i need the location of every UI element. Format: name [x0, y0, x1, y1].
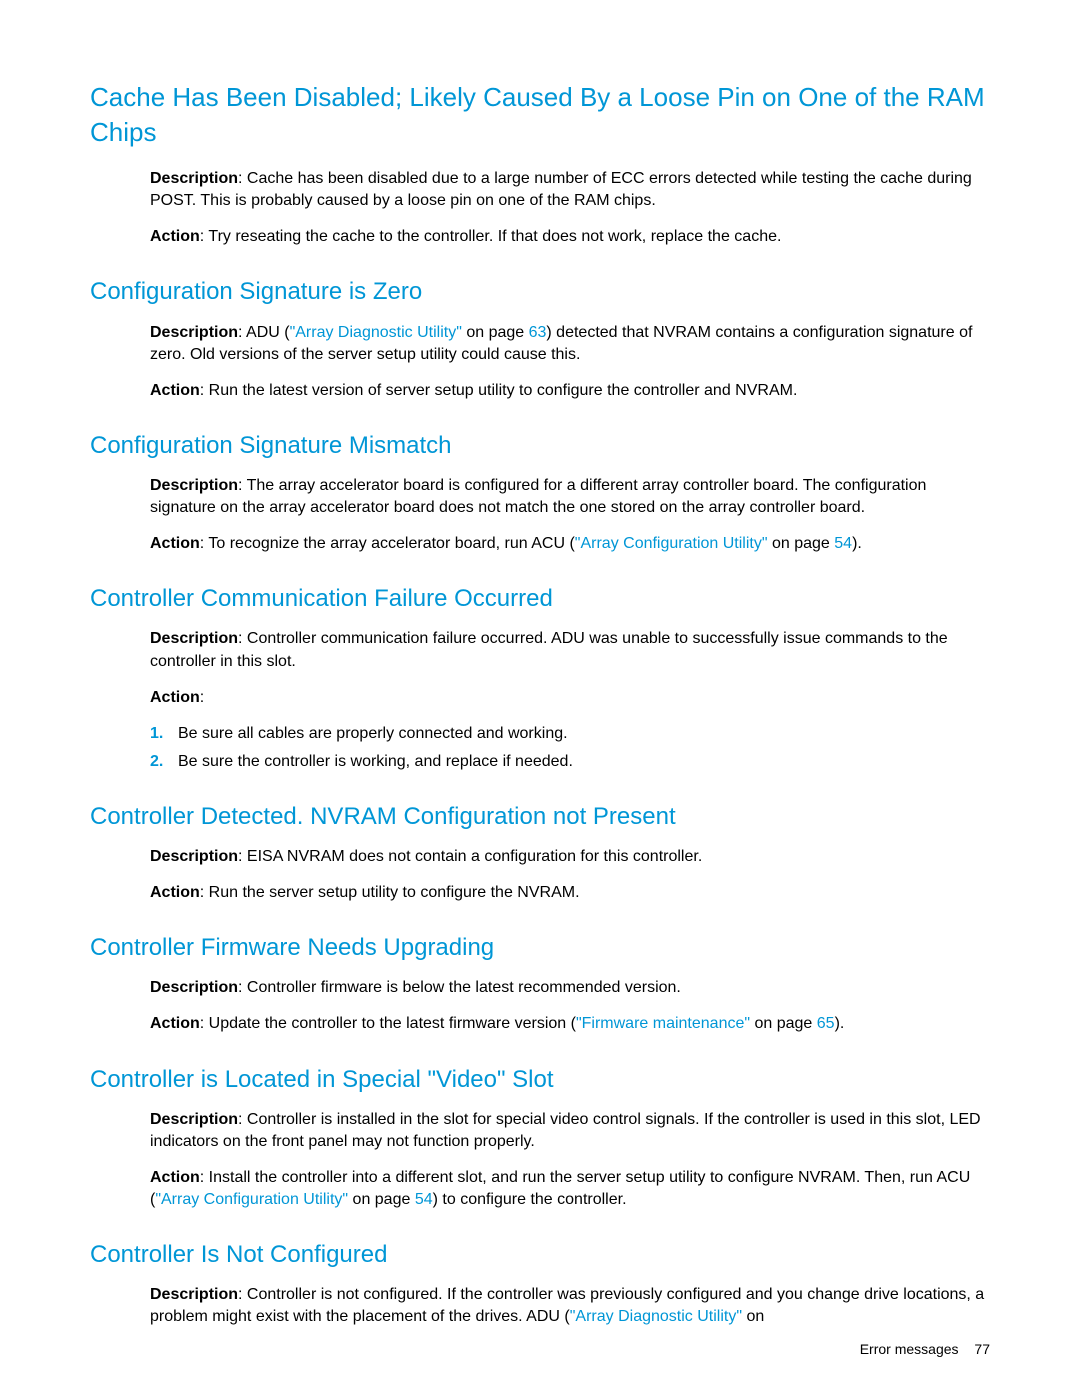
text-fragment: on: [742, 1308, 764, 1325]
description-text: : Controller is installed in the slot fo…: [150, 1111, 981, 1150]
description-para: Description: ADU ("Array Diagnostic Util…: [150, 322, 990, 366]
action-para: Action: Try reseating the cache to the c…: [150, 226, 990, 248]
description-text: : Controller communication failure occur…: [150, 630, 948, 669]
action-text: : Run the server setup utility to config…: [200, 884, 580, 901]
page-reference[interactable]: 54: [834, 535, 852, 552]
body-block: Description: The array accelerator board…: [90, 475, 990, 555]
heading-controller-detected-nvram: Controller Detected. NVRAM Configuration…: [90, 801, 990, 832]
action-steps-list: 1.Be sure all cables are properly connec…: [150, 723, 990, 773]
page-reference[interactable]: 63: [529, 324, 547, 341]
body-block: Description: Controller is not configure…: [90, 1284, 990, 1328]
description-label: Description: [150, 477, 238, 494]
heading-controller-firmware-upgrade: Controller Firmware Needs Upgrading: [90, 932, 990, 963]
action-label: Action: [150, 1169, 200, 1186]
action-para: Action:: [150, 687, 990, 709]
action-para: Action: Install the controller into a di…: [150, 1167, 990, 1211]
text-fragment: on page: [462, 324, 529, 341]
page-reference[interactable]: 65: [817, 1015, 835, 1032]
text-fragment: : Update the controller to the latest fi…: [200, 1015, 576, 1032]
body-block: Description: EISA NVRAM does not contain…: [90, 846, 990, 904]
description-text: : Controller firmware is below the lates…: [238, 979, 681, 996]
page-number: 77: [974, 1341, 990, 1357]
step-number: 1.: [150, 723, 178, 745]
action-label: Action: [150, 535, 200, 552]
step-number: 2.: [150, 751, 178, 773]
footer-label: Error messages: [860, 1341, 959, 1357]
description-text: : The array accelerator board is configu…: [150, 477, 926, 516]
heading-controller-video-slot: Controller is Located in Special "Video"…: [90, 1064, 990, 1095]
description-para: Description: Controller communication fa…: [150, 628, 990, 672]
description-para: Description: Cache has been disabled due…: [150, 168, 990, 212]
description-label: Description: [150, 1286, 238, 1303]
description-para: Description: EISA NVRAM does not contain…: [150, 846, 990, 868]
link-array-diagnostic-utility[interactable]: "Array Diagnostic Utility": [290, 324, 462, 341]
text-fragment: on page: [348, 1191, 415, 1208]
description-label: Description: [150, 324, 238, 341]
description-text: : Cache has been disabled due to a large…: [150, 170, 972, 209]
body-block: Description: ADU ("Array Diagnostic Util…: [90, 322, 990, 402]
description-label: Description: [150, 1111, 238, 1128]
action-para: Action: Run the latest version of server…: [150, 380, 990, 402]
text-fragment: ).: [835, 1015, 845, 1032]
text-fragment: on page: [768, 535, 835, 552]
action-para: Action: To recognize the array accelerat…: [150, 533, 990, 555]
action-label: Action: [150, 689, 200, 706]
text-fragment: on page: [750, 1015, 817, 1032]
body-block: Description: Controller is installed in …: [90, 1109, 990, 1211]
heading-config-sig-mismatch: Configuration Signature Mismatch: [90, 430, 990, 461]
heading-controller-comm-failure: Controller Communication Failure Occurre…: [90, 583, 990, 614]
page-reference[interactable]: 54: [415, 1191, 433, 1208]
action-label: Action: [150, 1015, 200, 1032]
description-para: Description: Controller firmware is belo…: [150, 977, 990, 999]
action-label: Action: [150, 884, 200, 901]
description-para: Description: Controller is not configure…: [150, 1284, 990, 1328]
action-text: : Run the latest version of server setup…: [200, 382, 798, 399]
text-fragment: : To recognize the array accelerator boa…: [200, 535, 575, 552]
description-para: Description: Controller is installed in …: [150, 1109, 990, 1153]
heading-controller-not-configured: Controller Is Not Configured: [90, 1239, 990, 1270]
link-array-configuration-utility[interactable]: "Array Configuration Utility": [155, 1191, 348, 1208]
action-text: : Try reseating the cache to the control…: [200, 228, 782, 245]
step-text: Be sure all cables are properly connecte…: [178, 723, 568, 745]
list-item: 2.Be sure the controller is working, and…: [150, 751, 990, 773]
action-para: Action: Run the server setup utility to …: [150, 882, 990, 904]
list-item: 1.Be sure all cables are properly connec…: [150, 723, 990, 745]
link-array-configuration-utility[interactable]: "Array Configuration Utility": [575, 535, 768, 552]
heading-cache-disabled: Cache Has Been Disabled; Likely Caused B…: [90, 80, 990, 150]
action-label: Action: [150, 382, 200, 399]
text-fragment: ) to configure the controller.: [433, 1191, 627, 1208]
link-firmware-maintenance[interactable]: "Firmware maintenance": [576, 1015, 750, 1032]
description-label: Description: [150, 979, 238, 996]
body-block: Description: Cache has been disabled due…: [90, 168, 990, 248]
document-page: Cache Has Been Disabled; Likely Caused B…: [0, 0, 1080, 1382]
link-array-diagnostic-utility[interactable]: "Array Diagnostic Utility": [570, 1308, 742, 1325]
action-para: Action: Update the controller to the lat…: [150, 1013, 990, 1035]
description-para: Description: The array accelerator board…: [150, 475, 990, 519]
description-label: Description: [150, 848, 238, 865]
page-footer: Error messages 77: [860, 1341, 990, 1357]
colon: :: [200, 689, 204, 706]
text-fragment: ).: [852, 535, 862, 552]
body-block: Description: Controller communication fa…: [90, 628, 990, 772]
description-label: Description: [150, 630, 238, 647]
description-text: : EISA NVRAM does not contain a configur…: [238, 848, 702, 865]
text-fragment: : Controller is not configured. If the c…: [150, 1286, 984, 1325]
text-fragment: : ADU (: [238, 324, 290, 341]
description-label: Description: [150, 170, 238, 187]
action-label: Action: [150, 228, 200, 245]
body-block: Description: Controller firmware is belo…: [90, 977, 990, 1035]
step-text: Be sure the controller is working, and r…: [178, 751, 573, 773]
heading-config-sig-zero: Configuration Signature is Zero: [90, 276, 990, 307]
